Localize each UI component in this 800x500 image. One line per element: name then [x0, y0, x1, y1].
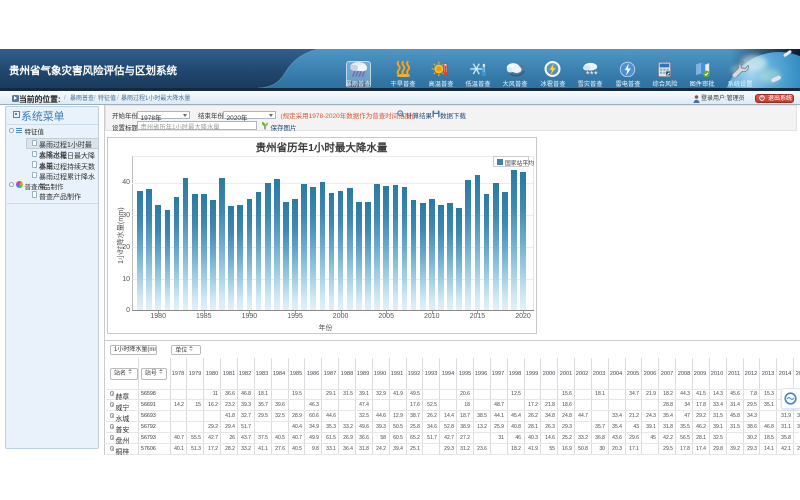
svg-text:*: * [594, 69, 598, 77]
